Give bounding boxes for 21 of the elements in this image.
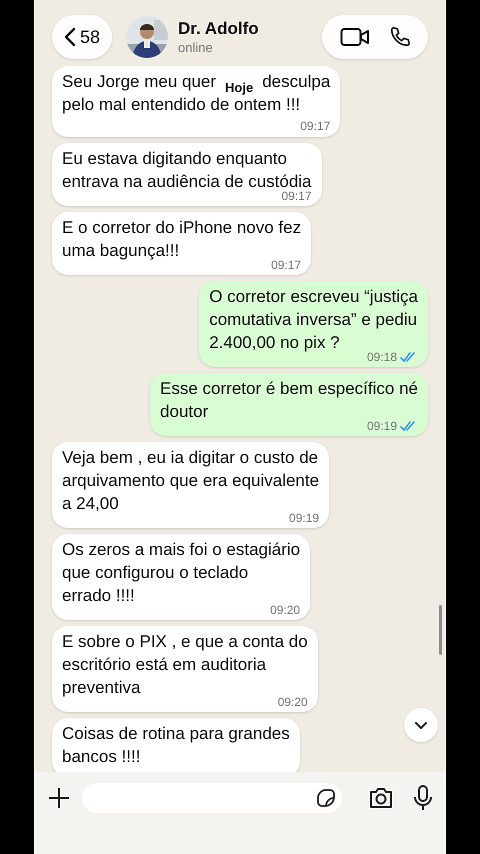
back-button[interactable]: 58 bbox=[52, 15, 112, 59]
chevron-down-icon bbox=[414, 720, 428, 730]
video-camera-icon[interactable] bbox=[340, 27, 370, 47]
scroll-down-button[interactable] bbox=[404, 708, 438, 742]
sticker-icon[interactable] bbox=[316, 788, 336, 808]
microphone-icon bbox=[414, 785, 432, 811]
message-input-field[interactable] bbox=[82, 783, 342, 813]
back-chevron-icon bbox=[64, 27, 76, 47]
message-time: 09:17 bbox=[300, 118, 330, 135]
message-text: Coisas de rotina para grandes bancos !!!! bbox=[62, 723, 290, 768]
phone-icon[interactable] bbox=[388, 26, 410, 48]
attach-button[interactable] bbox=[46, 785, 72, 811]
camera-button[interactable] bbox=[368, 785, 394, 811]
camera-icon bbox=[368, 787, 394, 809]
microphone-button[interactable] bbox=[412, 784, 434, 812]
contact-status: online bbox=[178, 40, 214, 56]
message-text: pelo mal entendido de ontem !!! bbox=[62, 95, 300, 114]
message-text: desculpa bbox=[262, 71, 330, 93]
contact-name[interactable]: Dr. Adolfo bbox=[178, 18, 259, 40]
plus-icon bbox=[48, 787, 70, 809]
message-text: Seu Jorge meu quer bbox=[62, 71, 216, 93]
